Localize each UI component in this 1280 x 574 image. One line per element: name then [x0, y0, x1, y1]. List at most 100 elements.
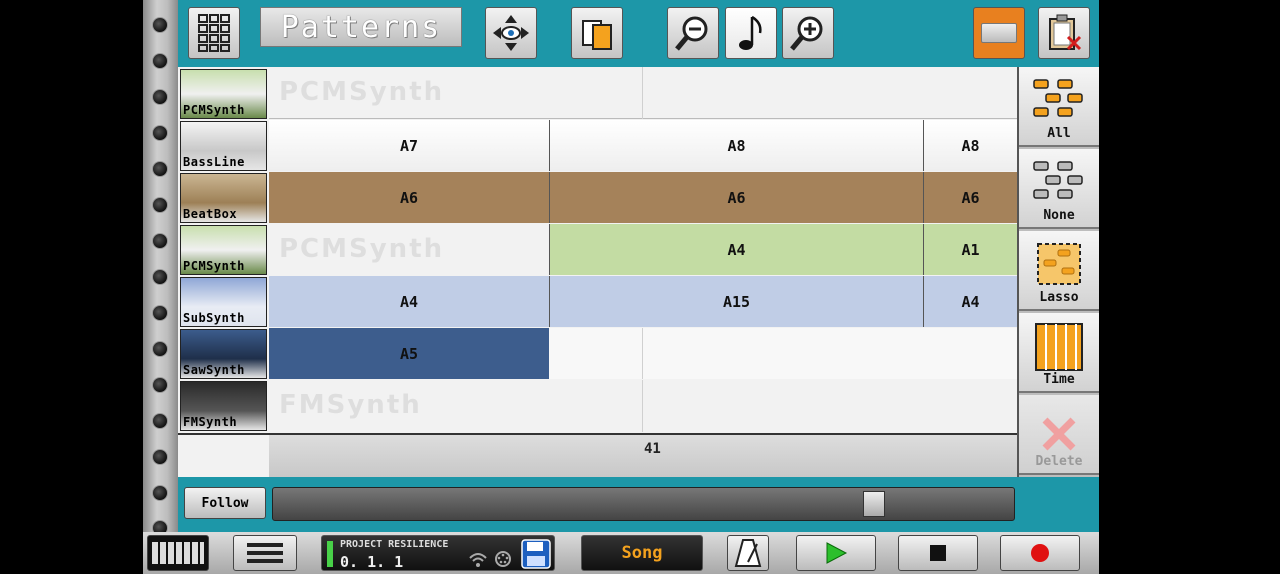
- lane-ghost-label: FMSynth: [279, 390, 422, 420]
- paste-delete-button[interactable]: [1038, 7, 1090, 59]
- selection-panel: All None Lasso Time Delete: [1017, 67, 1099, 477]
- bar-number: 41: [644, 441, 661, 457]
- scroll-row: Follow: [178, 477, 1099, 532]
- delete-x-icon: [1042, 417, 1076, 451]
- song-mode-button[interactable]: Song: [581, 535, 703, 571]
- copy-pages-icon: [582, 20, 612, 50]
- track-thumb-pcmsynth-2[interactable]: PCMSynth: [180, 225, 267, 275]
- select-all-icon: [1033, 79, 1083, 117]
- clip[interactable]: A7: [269, 120, 549, 171]
- note-length-button[interactable]: [725, 7, 777, 59]
- tracks-area: PCMSynth BassLine BeatBox PCMSynth SubSy…: [178, 67, 1017, 433]
- play-button[interactable]: [796, 535, 876, 571]
- project-name: Project Resilience: [340, 539, 449, 550]
- track-thumb-subsynth[interactable]: SubSynth: [180, 277, 267, 327]
- position-readout: 0. 1. 1: [340, 553, 404, 571]
- track-thumb-fmsynth[interactable]: FMSynth: [180, 381, 267, 431]
- metronome-button[interactable]: [727, 535, 769, 571]
- track-label: PCMSynth: [183, 259, 245, 273]
- lane-bassline[interactable]: A7 A8 A8: [269, 120, 1017, 171]
- bar-line: [642, 67, 643, 119]
- rail-hole: [152, 17, 168, 33]
- grid-icon: [198, 14, 230, 52]
- track-label: PCMSynth: [183, 103, 245, 117]
- select-all-button[interactable]: All: [1019, 67, 1099, 147]
- bar-line: [642, 380, 643, 432]
- level-meter: [327, 541, 333, 567]
- stop-button[interactable]: [898, 535, 978, 571]
- clip[interactable]: A6: [923, 172, 1017, 223]
- track-thumb-pcmsynth[interactable]: PCMSynth: [180, 69, 267, 119]
- metronome-icon: [734, 539, 762, 567]
- lane-fmsynth[interactable]: FMSynth: [269, 380, 1017, 432]
- rail-hole: [152, 449, 168, 465]
- lane-subsynth[interactable]: A4 A15 A4: [269, 276, 1017, 327]
- save-disk-icon[interactable]: [521, 539, 551, 569]
- rail-hole: [152, 413, 168, 429]
- clip[interactable]: A8: [923, 120, 1017, 171]
- clip[interactable]: A1: [923, 224, 1017, 275]
- wifi-icon: [469, 553, 487, 567]
- clip[interactable]: A4: [923, 276, 1017, 327]
- clip[interactable]: A5: [269, 328, 549, 379]
- project-display: Project Resilience 0. 1. 1: [321, 535, 555, 571]
- select-none-icon: [1033, 161, 1083, 199]
- lane-pcmsynth[interactable]: PCMSynth: [269, 67, 1017, 119]
- track-thumb-sawsynth[interactable]: SawSynth: [180, 329, 267, 379]
- delete-label: Delete: [1035, 454, 1083, 469]
- keyboard-icon: [152, 542, 204, 564]
- track-thumb-beatbox[interactable]: BeatBox: [180, 173, 267, 223]
- menu-button[interactable]: [233, 535, 297, 571]
- zoom-out-icon: [675, 16, 708, 51]
- time-select-icon: [1035, 323, 1083, 371]
- move-button[interactable]: [485, 7, 537, 59]
- rail-hole: [152, 161, 168, 177]
- ruler[interactable]: 41: [178, 433, 1017, 477]
- delete-button[interactable]: Delete: [1019, 395, 1099, 475]
- lane-beatbox[interactable]: A6 A6 A6: [269, 172, 1017, 223]
- select-all-label: All: [1047, 126, 1071, 141]
- time-select-label: Time: [1043, 372, 1075, 387]
- zoom-in-button[interactable]: [782, 7, 834, 59]
- lasso-button[interactable]: Lasso: [1019, 231, 1099, 311]
- midi-icon: [495, 551, 511, 567]
- color-button[interactable]: [973, 7, 1025, 59]
- track-label: BassLine: [183, 155, 245, 169]
- rail-hole: [152, 305, 168, 321]
- select-none-button[interactable]: None: [1019, 149, 1099, 229]
- record-button[interactable]: [1000, 535, 1080, 571]
- song-scrollbar[interactable]: [272, 487, 1015, 521]
- rail-hole: [152, 269, 168, 285]
- clip[interactable]: A4: [549, 224, 923, 275]
- track-label: BeatBox: [183, 207, 238, 221]
- page-title: Patterns: [260, 7, 462, 47]
- lane-sawsynth[interactable]: A5: [269, 328, 1017, 379]
- grid-button[interactable]: [188, 7, 240, 59]
- copy-button[interactable]: [571, 7, 623, 59]
- clip[interactable]: A6: [549, 172, 923, 223]
- track-label: FMSynth: [183, 415, 238, 429]
- color-swatch-icon: [981, 23, 1017, 43]
- lasso-label: Lasso: [1039, 290, 1079, 305]
- record-icon: [1031, 544, 1049, 562]
- track-label: SawSynth: [183, 363, 245, 377]
- clip[interactable]: A6: [269, 172, 549, 223]
- clipboard-delete-icon: [1049, 14, 1082, 51]
- rail-hole: [152, 377, 168, 393]
- rail-hole: [152, 53, 168, 69]
- keyboard-button[interactable]: [147, 535, 209, 571]
- zoom-in-icon: [790, 16, 823, 51]
- time-select-button[interactable]: Time: [1019, 313, 1099, 393]
- track-thumb-bassline[interactable]: BassLine: [180, 121, 267, 171]
- lane-pcmsynth-2[interactable]: PCMSynth A4 A1: [269, 224, 1017, 275]
- rail-hole: [152, 485, 168, 501]
- scroll-thumb[interactable]: [863, 491, 885, 517]
- rail-hole: [152, 233, 168, 249]
- zoom-out-button[interactable]: [667, 7, 719, 59]
- clip[interactable]: A8: [549, 120, 923, 171]
- bar-line: [642, 328, 643, 379]
- lasso-icon: [1037, 243, 1081, 285]
- clip[interactable]: A15: [549, 276, 923, 327]
- clip[interactable]: A4: [269, 276, 549, 327]
- follow-button[interactable]: Follow: [184, 487, 266, 519]
